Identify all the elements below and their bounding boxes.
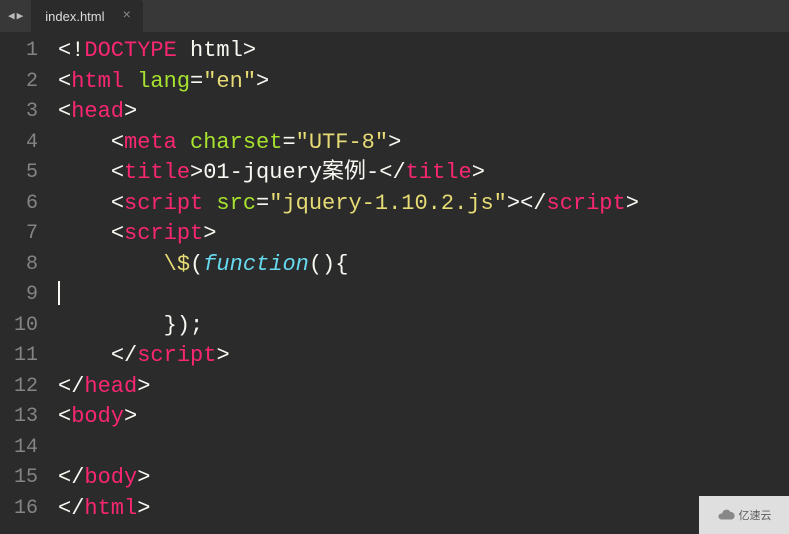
code-line xyxy=(58,433,789,464)
code-line: <!DOCTYPE html> xyxy=(58,36,789,67)
line-number: 7 xyxy=(0,219,52,250)
gutter: 1 2 3 4 5 6 7 8 9 10 11 12 13 14 15 16 xyxy=(0,32,52,534)
line-number: 13 xyxy=(0,402,52,433)
tabbar-empty xyxy=(143,0,789,32)
line-number: 11 xyxy=(0,341,52,372)
code-line: <head> xyxy=(58,97,789,128)
close-icon[interactable]: × xyxy=(123,9,131,23)
line-number: 3 xyxy=(0,97,52,128)
nav-forward-icon[interactable]: ▶ xyxy=(17,9,24,23)
code-line: <html lang="en"> xyxy=(58,67,789,98)
code-line: <meta charset="UTF-8"> xyxy=(58,128,789,159)
code-line: }); xyxy=(58,311,789,342)
code-area[interactable]: <!DOCTYPE html> <html lang="en"> <head> … xyxy=(52,32,789,534)
line-number: 14 xyxy=(0,433,52,464)
code-line: </html> xyxy=(58,494,789,525)
title-bar: ◀ ▶ index.html × xyxy=(0,0,789,32)
line-number: 5 xyxy=(0,158,52,189)
watermark: 亿速云 xyxy=(699,496,789,534)
line-number: 1 xyxy=(0,36,52,67)
editor[interactable]: 1 2 3 4 5 6 7 8 9 10 11 12 13 14 15 16 <… xyxy=(0,32,789,534)
line-number: 8 xyxy=(0,250,52,281)
code-line: </body> xyxy=(58,463,789,494)
tab-label: index.html xyxy=(45,9,104,24)
code-line: \$(function(){ xyxy=(58,250,789,281)
code-line: <script src="jquery-1.10.2.js"></script> xyxy=(58,189,789,220)
line-number: 16 xyxy=(0,494,52,525)
text-cursor xyxy=(58,281,60,305)
nav-back-icon[interactable]: ◀ xyxy=(8,9,15,23)
line-number: 4 xyxy=(0,128,52,159)
nav-arrows: ◀ ▶ xyxy=(0,9,31,23)
cloud-icon xyxy=(717,506,735,524)
code-line xyxy=(58,280,789,311)
line-number: 12 xyxy=(0,372,52,403)
code-line: </script> xyxy=(58,341,789,372)
line-number: 6 xyxy=(0,189,52,220)
line-number: 15 xyxy=(0,463,52,494)
file-tab[interactable]: index.html × xyxy=(31,0,143,32)
line-number: 10 xyxy=(0,311,52,342)
code-line: <body> xyxy=(58,402,789,433)
code-line: <title>01-jquery案例-</title> xyxy=(58,158,789,189)
line-number: 9 xyxy=(0,280,52,311)
code-line: </head> xyxy=(58,372,789,403)
watermark-text: 亿速云 xyxy=(739,507,772,523)
line-number: 2 xyxy=(0,67,52,98)
code-line: <script> xyxy=(58,219,789,250)
